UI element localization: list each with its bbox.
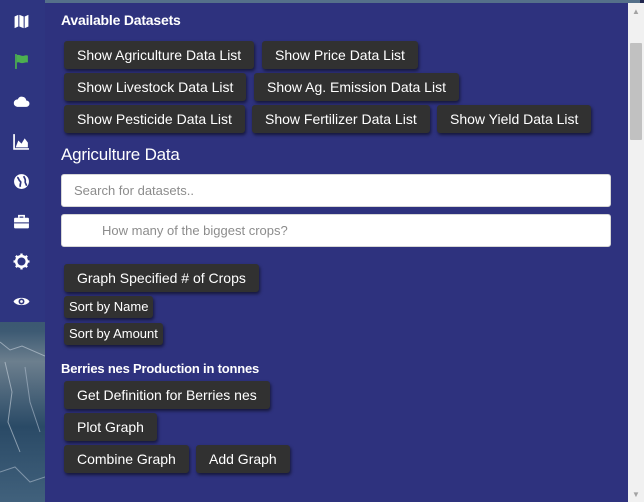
datasets-panel: Available Datasets Show Agriculture Data… <box>45 3 628 502</box>
map-icon[interactable] <box>11 11 31 31</box>
show-livestock-list-button[interactable]: Show Livestock Data List <box>64 73 247 101</box>
show-yield-list-button[interactable]: Show Yield Data List <box>437 105 592 133</box>
plot-graph-button[interactable]: Plot Graph <box>64 413 157 441</box>
combine-graph-button[interactable]: Combine Graph <box>64 445 189 473</box>
map-roads <box>0 341 45 483</box>
show-agriculture-list-button[interactable]: Show Agriculture Data List <box>64 41 255 69</box>
crop-count-input[interactable] <box>61 214 611 247</box>
icon-sidebar <box>0 0 45 322</box>
show-pesticide-list-button[interactable]: Show Pesticide Data List <box>64 105 245 133</box>
get-definition-button[interactable]: Get Definition for Berries nes <box>64 381 270 409</box>
panel-scrollbar[interactable]: ▲ ▼ <box>628 3 644 502</box>
sort-by-name-button[interactable]: Sort by Name <box>64 296 154 318</box>
show-emission-list-button[interactable]: Show Ag. Emission Data List <box>254 73 459 101</box>
cloud-icon[interactable] <box>11 91 31 111</box>
production-title: Berries nes Production in tonnes <box>61 361 260 376</box>
briefcase-icon[interactable] <box>11 211 31 231</box>
scroll-down-arrow-icon[interactable]: ▼ <box>628 486 644 502</box>
dataset-search-input[interactable] <box>61 174 611 207</box>
scroll-thumb[interactable] <box>630 43 642 140</box>
show-fertilizer-list-button[interactable]: Show Fertilizer Data List <box>252 105 430 133</box>
available-datasets-title: Available Datasets <box>61 12 181 28</box>
show-price-list-button[interactable]: Show Price Data List <box>262 41 418 69</box>
graph-crops-button[interactable]: Graph Specified # of Crops <box>64 264 259 292</box>
scroll-up-arrow-icon[interactable]: ▲ <box>628 3 644 19</box>
globe-icon[interactable] <box>11 171 31 191</box>
add-graph-button[interactable]: Add Graph <box>196 445 290 473</box>
gear-icon[interactable] <box>11 251 31 271</box>
eye-icon[interactable] <box>11 291 31 311</box>
sort-by-amount-button[interactable]: Sort by Amount <box>64 323 163 345</box>
agriculture-data-title: Agriculture Data <box>61 145 180 164</box>
flag-icon[interactable] <box>11 51 31 71</box>
area-chart-icon[interactable] <box>11 131 31 151</box>
